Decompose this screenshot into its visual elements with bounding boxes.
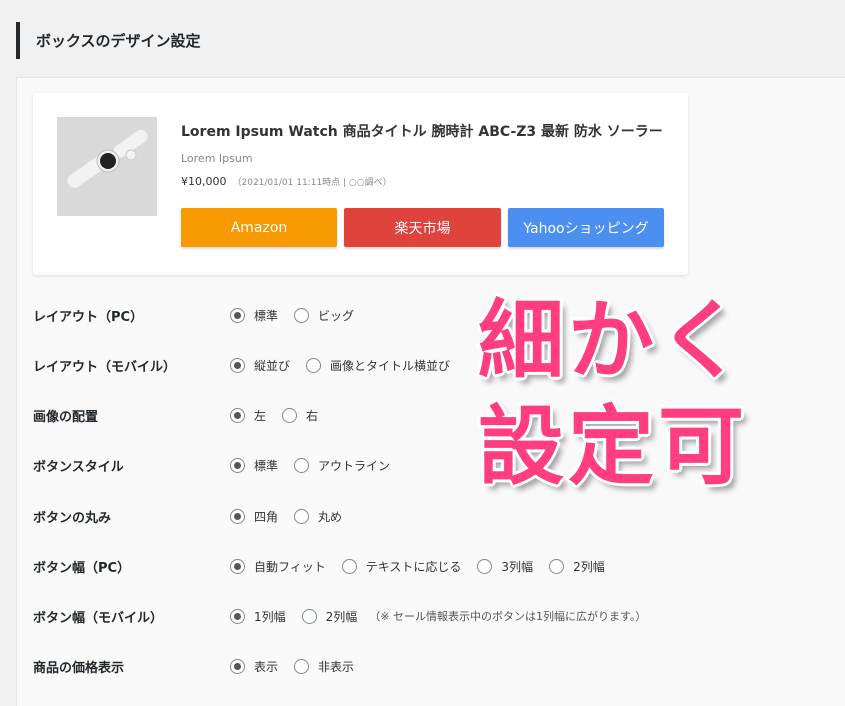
setting-row: レイアウト（PC） 標準 ビッグ bbox=[33, 303, 370, 327]
radio-group: 自動フィット テキストに応じる 3列幅 2列幅 bbox=[230, 558, 621, 575]
radio-option[interactable]: 2列幅 bbox=[301, 608, 358, 625]
setting-label: ボタン幅（PC） bbox=[33, 560, 131, 576]
radio-label: 標準 bbox=[254, 458, 279, 473]
setting-row: ボタン幅（PC） 自動フィット テキストに応じる 3列幅 2列幅 bbox=[33, 554, 621, 578]
radio-label: 表示 bbox=[254, 659, 279, 674]
setting-label: ボタンスタイル bbox=[33, 459, 124, 475]
radio-unchecked-icon[interactable] bbox=[477, 558, 493, 574]
radio-checked-icon[interactable] bbox=[230, 658, 245, 674]
radio-checked-icon[interactable] bbox=[230, 508, 245, 524]
setting-row: 商品の価格表示 表示 非表示 bbox=[33, 654, 370, 678]
yahoo-shopping-button[interactable]: Yahooショッピング bbox=[508, 208, 664, 247]
radio-checked-icon[interactable] bbox=[230, 357, 245, 373]
radio-checked-icon[interactable] bbox=[230, 407, 245, 423]
radio-option[interactable]: 四角 bbox=[230, 508, 278, 525]
setting-label: レイアウト（モバイル） bbox=[33, 359, 177, 375]
radio-label: 右 bbox=[306, 408, 319, 423]
price-note: （2021/01/01 11:11時点 | ○○調べ） bbox=[232, 178, 392, 188]
radio-label: 丸め bbox=[318, 509, 343, 524]
radio-checked-icon[interactable] bbox=[230, 457, 245, 473]
radio-unchecked-icon[interactable] bbox=[294, 658, 310, 674]
radio-unchecked-icon[interactable] bbox=[306, 357, 322, 373]
radio-unchecked-icon[interactable] bbox=[341, 558, 357, 574]
radio-unchecked-icon[interactable] bbox=[294, 508, 310, 524]
radio-option[interactable]: アウトライン bbox=[294, 457, 390, 474]
radio-label: 画像とタイトル横並び bbox=[330, 358, 451, 373]
radio-label: 2列幅 bbox=[573, 559, 605, 574]
radio-option[interactable]: 3列幅 bbox=[477, 558, 533, 575]
radio-label: 非表示 bbox=[318, 659, 355, 674]
radio-option[interactable]: 丸め bbox=[294, 508, 342, 525]
product-title: Lorem Ipsum Watch 商品タイトル 腕時計 ABC-Z3 最新 防… bbox=[181, 124, 663, 140]
setting-label: ボタン幅（モバイル） bbox=[33, 610, 164, 626]
setting-label: 商品の価格表示 bbox=[33, 660, 125, 676]
setting-label: レイアウト（PC） bbox=[33, 309, 144, 325]
radio-option[interactable]: 1列幅 bbox=[230, 608, 286, 625]
section-title: ボックスのデザイン設定 bbox=[36, 32, 201, 50]
product-image bbox=[57, 117, 157, 216]
radio-option[interactable]: 右 bbox=[282, 407, 318, 424]
setting-row: レイアウト（モバイル） 縦並び 画像とタイトル横並び bbox=[33, 353, 466, 377]
setting-row: ボタン幅（モバイル） 1列幅 2列幅 （※ セール情報表示中のボタンは1列幅に広がりま… bbox=[33, 604, 646, 628]
product-brand: Lorem Ipsum bbox=[181, 152, 253, 165]
radio-checked-icon[interactable] bbox=[230, 307, 245, 323]
radio-label: 左 bbox=[254, 408, 267, 423]
radio-unchecked-icon[interactable] bbox=[282, 407, 298, 423]
radio-checked-icon[interactable] bbox=[230, 558, 245, 574]
overlay-text-line2: 設定可 bbox=[478, 397, 748, 497]
product-preview-card: Lorem Ipsum Watch 商品タイトル 腕時計 ABC-Z3 最新 防… bbox=[33, 93, 688, 275]
watch-image-icon bbox=[57, 117, 157, 216]
radio-label: アウトライン bbox=[318, 458, 391, 473]
radio-label: 1列幅 bbox=[254, 609, 286, 624]
radio-option[interactable]: ビッグ bbox=[294, 307, 354, 324]
radio-unchecked-icon[interactable] bbox=[294, 457, 310, 473]
amazon-button[interactable]: Amazon bbox=[181, 208, 337, 247]
radio-option[interactable]: テキストに応じる bbox=[341, 558, 462, 575]
radio-label: ビッグ bbox=[318, 308, 355, 323]
radio-group: 左右 bbox=[230, 407, 334, 424]
radio-group: 標準 アウトライン bbox=[230, 457, 406, 474]
radio-group: 縦並び 画像とタイトル横並び bbox=[230, 357, 466, 374]
radio-label: 標準 bbox=[254, 308, 279, 323]
radio-unchecked-icon[interactable] bbox=[301, 608, 317, 624]
radio-option[interactable]: 表示 bbox=[230, 658, 278, 675]
radio-option[interactable]: 縦並び bbox=[230, 357, 290, 374]
radio-option[interactable]: 非表示 bbox=[294, 658, 354, 675]
radio-label: 縦並び bbox=[254, 358, 291, 373]
radio-label: 四角 bbox=[254, 509, 279, 524]
radio-label: 2列幅 bbox=[325, 609, 358, 624]
setting-row: ボタンの丸み 四角 丸め bbox=[33, 504, 358, 528]
radio-group: 表示 非表示 bbox=[230, 658, 370, 675]
radio-option[interactable]: 自動フィット bbox=[230, 558, 326, 575]
radio-label: 自動フィット bbox=[254, 559, 326, 574]
radio-option[interactable]: 画像とタイトル横並び bbox=[306, 357, 450, 374]
setting-label: 画像の配置 bbox=[33, 409, 99, 425]
radio-label: 3列幅 bbox=[501, 559, 534, 574]
setting-row: ボタンスタイル 標準 アウトライン bbox=[33, 453, 406, 477]
setting-label: ボタンの丸み bbox=[33, 510, 112, 526]
radio-unchecked-icon[interactable] bbox=[294, 307, 310, 323]
radio-label: テキストに応じる bbox=[365, 559, 462, 574]
radio-checked-icon[interactable] bbox=[230, 608, 245, 624]
product-price: ¥10,000 （2021/01/01 11:11時点 | ○○調べ） bbox=[181, 175, 392, 188]
radio-unchecked-icon[interactable] bbox=[549, 558, 565, 574]
setting-note: （※ セール情報表示中のボタンは1列幅に広がります。） bbox=[369, 610, 647, 623]
radio-option[interactable]: 2列幅 bbox=[549, 558, 605, 575]
radio-group: 四角 丸め bbox=[230, 508, 358, 525]
radio-group: 標準 ビッグ bbox=[230, 307, 370, 324]
radio-option[interactable]: 標準 bbox=[230, 457, 278, 474]
radio-group: 1列幅 2列幅 （※ セール情報表示中のボタンは1列幅に広がります。） bbox=[230, 608, 646, 625]
radio-option[interactable]: 左 bbox=[230, 407, 266, 424]
section-header: ボックスのデザイン設定 bbox=[16, 22, 201, 59]
overlay-text-line1: 細かく bbox=[478, 291, 748, 391]
rakuten-button[interactable]: 楽天市場 bbox=[344, 208, 501, 247]
setting-row: 画像の配置左右 bbox=[33, 403, 334, 427]
price-value: ¥10,000 bbox=[181, 175, 227, 188]
radio-option[interactable]: 標準 bbox=[230, 307, 278, 324]
